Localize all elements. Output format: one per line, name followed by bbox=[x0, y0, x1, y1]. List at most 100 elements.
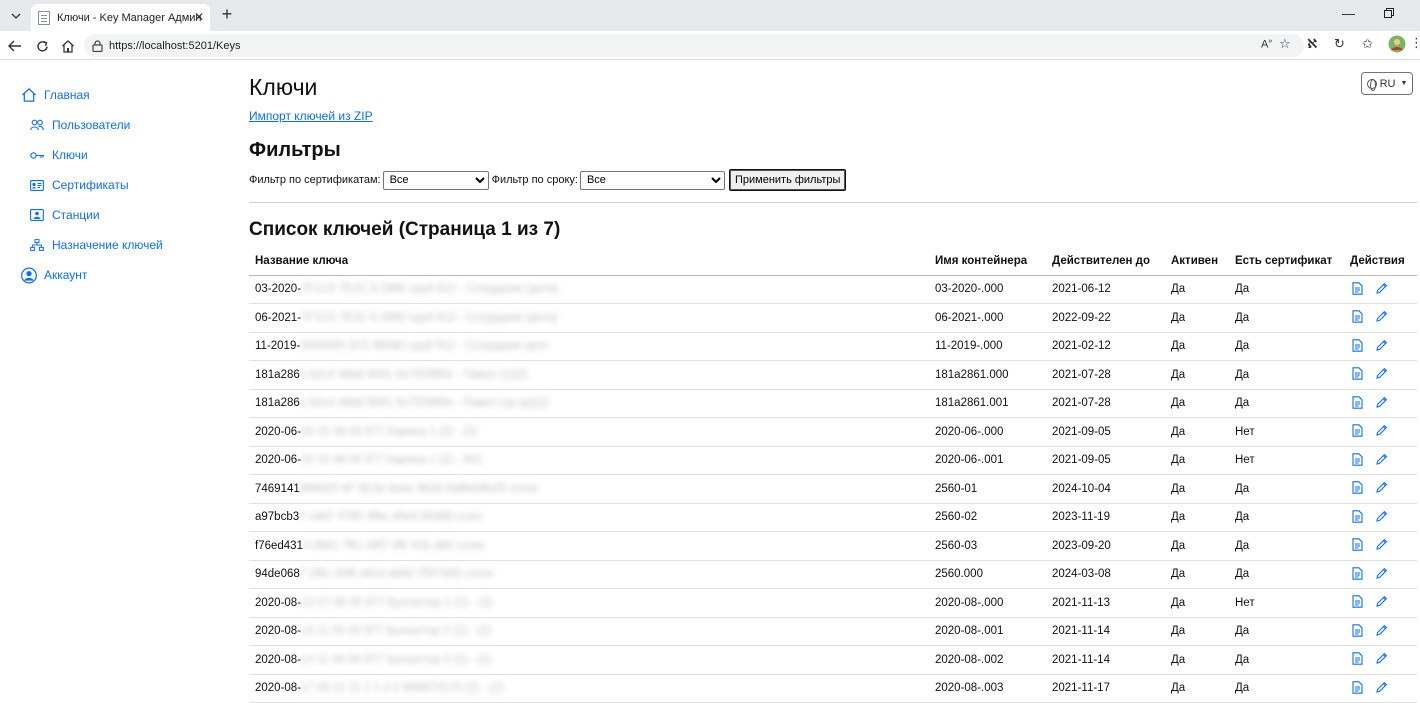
details-icon[interactable] bbox=[1350, 623, 1364, 637]
details-icon[interactable] bbox=[1350, 367, 1364, 381]
sidebar-item-label: Главная bbox=[44, 88, 90, 102]
has-cert-cell: Нет bbox=[1229, 446, 1344, 475]
keys-table: Название ключа Имя контейнера Действител… bbox=[249, 247, 1417, 703]
filter-row: Фильтр по сертификатам: Все Фильтр по ср… bbox=[249, 169, 847, 191]
people-icon bbox=[29, 117, 45, 133]
details-icon[interactable] bbox=[1350, 281, 1364, 295]
valid-until-cell: 2021-11-14 bbox=[1046, 645, 1165, 675]
cert-filter-select[interactable]: Все bbox=[382, 170, 489, 190]
key-name-redacted: 4 d9d1 7f5c 48f7 9f6 41b a80 сотек bbox=[302, 539, 485, 552]
apply-filters-button[interactable]: Применить фильтры bbox=[728, 169, 847, 191]
valid-until-cell: 2023-09-20 bbox=[1046, 531, 1165, 561]
has-cert-cell: Да bbox=[1229, 560, 1344, 589]
edit-icon[interactable] bbox=[1374, 680, 1388, 694]
read-aloud-icon[interactable]: A» bbox=[1261, 38, 1272, 51]
key-name-cell: 181a2861-b2c4 48dd 9001 5e7f208f0e - Пав… bbox=[249, 389, 929, 418]
minimize-icon[interactable]: — bbox=[1342, 6, 1355, 21]
edit-icon[interactable] bbox=[1374, 481, 1388, 495]
column-header[interactable]: Действителен до bbox=[1046, 247, 1165, 276]
column-header[interactable]: Название ключа bbox=[249, 247, 929, 276]
edit-icon[interactable] bbox=[1374, 395, 1388, 409]
actions-cell bbox=[1344, 474, 1417, 504]
has-cert-cell: Да bbox=[1229, 674, 1344, 703]
language-dropdown[interactable]: RU ▼ bbox=[1361, 72, 1413, 95]
edit-icon[interactable] bbox=[1374, 367, 1388, 381]
details-icon[interactable] bbox=[1350, 424, 1364, 438]
details-icon[interactable] bbox=[1350, 538, 1364, 552]
tab-search-button[interactable] bbox=[5, 5, 27, 27]
edit-icon[interactable] bbox=[1374, 310, 1388, 324]
column-header[interactable]: Есть сертификат bbox=[1229, 247, 1344, 276]
active-cell: Да bbox=[1165, 617, 1229, 646]
edit-icon[interactable] bbox=[1374, 652, 1388, 666]
details-icon[interactable] bbox=[1350, 338, 1364, 352]
details-icon[interactable] bbox=[1350, 509, 1364, 523]
edit-icon[interactable] bbox=[1374, 538, 1388, 552]
sidebar-item-certificates[interactable]: Сертификаты bbox=[29, 177, 129, 193]
edit-icon[interactable] bbox=[1374, 623, 1388, 637]
table-row: 2020-08-13 07 08 00 977 Бухгалтер 1 (2) … bbox=[249, 588, 1417, 618]
container-cell: 2020-06-.000 bbox=[929, 417, 1046, 447]
details-icon[interactable] bbox=[1350, 595, 1364, 609]
caret-down-icon: ▼ bbox=[1400, 80, 1408, 87]
details-icon[interactable] bbox=[1350, 310, 1364, 324]
key-name-redacted: 7 2f6c 45f8 a8cd a84d 7f5f7905 сотек bbox=[299, 568, 494, 581]
actions-cell bbox=[1344, 645, 1417, 675]
close-tab-icon[interactable]: ✕ bbox=[194, 10, 204, 24]
details-icon[interactable] bbox=[1350, 452, 1364, 466]
valid-until-cell: 2021-09-05 bbox=[1046, 417, 1165, 447]
more-icon[interactable]: ⋮ bbox=[1410, 35, 1420, 51]
star-icon[interactable]: ☆ bbox=[1279, 36, 1291, 52]
extension-icon[interactable]: ℵ bbox=[1307, 36, 1317, 52]
url-field[interactable]: https://localhost:5201/Keys bbox=[84, 34, 1304, 57]
column-header[interactable]: Активен bbox=[1165, 247, 1229, 276]
key-name-redacted: 1-b2c4 48dd 9001 5e7f208f0e - Павел (1)(… bbox=[299, 368, 529, 381]
key-name: 181a286 bbox=[255, 368, 300, 381]
favorites-icon[interactable]: ✩ bbox=[1362, 36, 1373, 52]
details-icon[interactable] bbox=[1350, 395, 1364, 409]
table-row: 2020-06-20 15 48 00 977 Карина 1 (2) - 0… bbox=[249, 446, 1417, 475]
active-cell: Да bbox=[1165, 417, 1229, 447]
sidebar-item-users[interactable]: Пользователи bbox=[29, 117, 130, 133]
profile-avatar[interactable] bbox=[1388, 35, 1406, 56]
actions-cell bbox=[1344, 617, 1417, 646]
sidebar-item-account[interactable]: Аккаунт bbox=[21, 267, 87, 283]
has-cert-cell: Да bbox=[1229, 617, 1344, 646]
term-filter-select[interactable]: Все bbox=[579, 170, 725, 190]
sidebar-item-stations[interactable]: Станции bbox=[29, 207, 100, 223]
edit-icon[interactable] bbox=[1374, 566, 1388, 580]
url-text: https://localhost:5201/Keys bbox=[109, 39, 241, 52]
sidebar-item-keys[interactable]: Ключи bbox=[29, 147, 88, 163]
edit-icon[interactable] bbox=[1374, 338, 1388, 352]
edit-icon[interactable] bbox=[1374, 424, 1388, 438]
browser-tab[interactable]: Ключи - Key Manager Администр ✕ bbox=[31, 4, 210, 31]
key-name-redacted: 17 09 21 11 1 1 2 2 Ф98070170 (2) - (2) bbox=[301, 682, 504, 695]
table-body: 03-2020-7F1C5 7E2C 6 2980 сруб 812 - Сот… bbox=[249, 275, 1417, 703]
key-name: 7469141 bbox=[255, 482, 300, 495]
reload-button[interactable] bbox=[33, 37, 51, 55]
container-cell: 03-2020-.000 bbox=[929, 275, 1046, 304]
sidebar-item-home[interactable]: Главная bbox=[21, 87, 90, 103]
home-button[interactable] bbox=[59, 37, 77, 55]
key-name-cell: 03-2020-7F1C5 7E2C 6 2980 сруб 812 - Сот… bbox=[249, 275, 929, 304]
column-header[interactable]: Имя контейнера bbox=[929, 247, 1046, 276]
edit-icon[interactable] bbox=[1374, 452, 1388, 466]
sidebar-item-key-assignment[interactable]: Назначение ключей bbox=[29, 237, 163, 253]
import-zip-link[interactable]: Импорт ключей из ZIP bbox=[249, 109, 373, 123]
edit-icon[interactable] bbox=[1374, 509, 1388, 523]
has-cert-cell: Да bbox=[1229, 389, 1344, 418]
details-icon[interactable] bbox=[1350, 680, 1364, 694]
edit-icon[interactable] bbox=[1374, 595, 1388, 609]
details-icon[interactable] bbox=[1350, 481, 1364, 495]
back-button[interactable] bbox=[6, 37, 24, 55]
details-icon[interactable] bbox=[1350, 652, 1364, 666]
has-cert-cell: Да bbox=[1229, 474, 1344, 504]
has-cert-cell: Нет bbox=[1229, 417, 1344, 447]
sync-icon[interactable]: ↻ bbox=[1334, 36, 1345, 52]
new-tab-button[interactable]: + bbox=[217, 5, 237, 25]
sidebar-item-label: Назначение ключей bbox=[52, 238, 163, 252]
restore-icon[interactable] bbox=[1384, 6, 1394, 21]
container-cell: 2020-08-.003 bbox=[929, 674, 1046, 703]
details-icon[interactable] bbox=[1350, 566, 1364, 580]
edit-icon[interactable] bbox=[1374, 281, 1388, 295]
